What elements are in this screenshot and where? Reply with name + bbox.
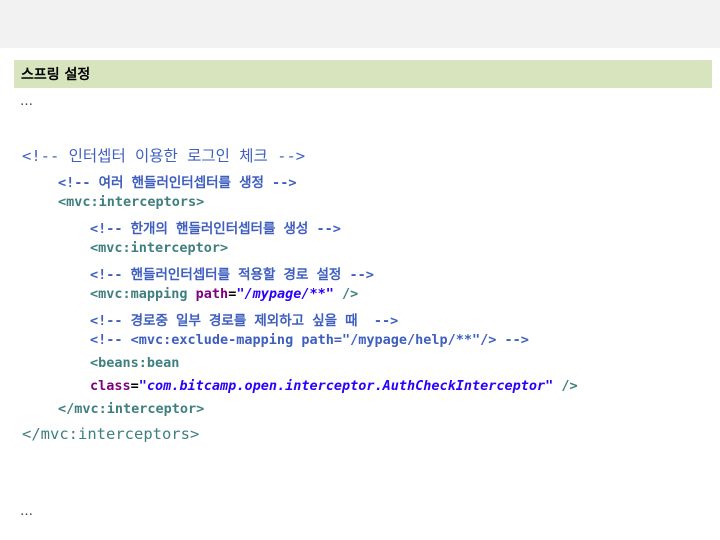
- section-header: 스프링 설정: [14, 60, 712, 88]
- code-mapping-value: "/mypage/**": [236, 286, 334, 302]
- code-interceptor-close: </mvc:interceptor>: [58, 401, 205, 417]
- code-mapping-line: <mvc:mapping path="/mypage/**" />: [90, 286, 358, 302]
- code-comment-multiple-interceptors: <!-- 여러 핸들러인터셉터를 생정 -->: [58, 175, 297, 191]
- code-comment-exclude-mapping: <!-- <mvc:exclude-mapping path="/mypage/…: [90, 332, 529, 348]
- code-bean-open: <beans:bean: [90, 355, 180, 371]
- code-class-value: "com.bitcamp.open.interceptor.AuthCheckI…: [138, 378, 554, 394]
- code-mapping-tag: <mvc:mapping: [90, 286, 196, 302]
- code-class-end: />: [553, 378, 578, 394]
- code-mapping-attr: path: [195, 286, 229, 302]
- code-comment-single-interceptor: <!-- 한개의 핸들러인터셉터를 생성 -->: [90, 221, 341, 237]
- code-mapping-end: />: [333, 286, 359, 302]
- section-title: 스프링 설정: [21, 67, 91, 83]
- code-class-line: class="com.bitcamp.open.interceptor.Auth…: [90, 378, 578, 394]
- code-interceptors-open: <mvc:interceptors>: [58, 194, 205, 210]
- ellipsis-bottom: …: [20, 504, 33, 519]
- top-bar: [0, 0, 720, 48]
- code-class-eq: =: [130, 378, 139, 394]
- code-class-attr: class: [90, 378, 131, 394]
- code-interceptor-open: <mvc:interceptor>: [90, 240, 229, 256]
- ellipsis-top: …: [20, 94, 33, 109]
- code-comment-path-setting: <!-- 핸들러인터셉터를 적용할 경로 설정 -->: [90, 267, 374, 283]
- code-comment-exclude: <!-- 경로중 일부 경로를 제외하고 싶을 때 -->: [90, 313, 399, 329]
- code-interceptors-close: </mvc:interceptors>: [22, 425, 200, 443]
- code-comment-login-check: <!-- 인터셉터 이용한 로그인 체크 -->: [22, 147, 306, 165]
